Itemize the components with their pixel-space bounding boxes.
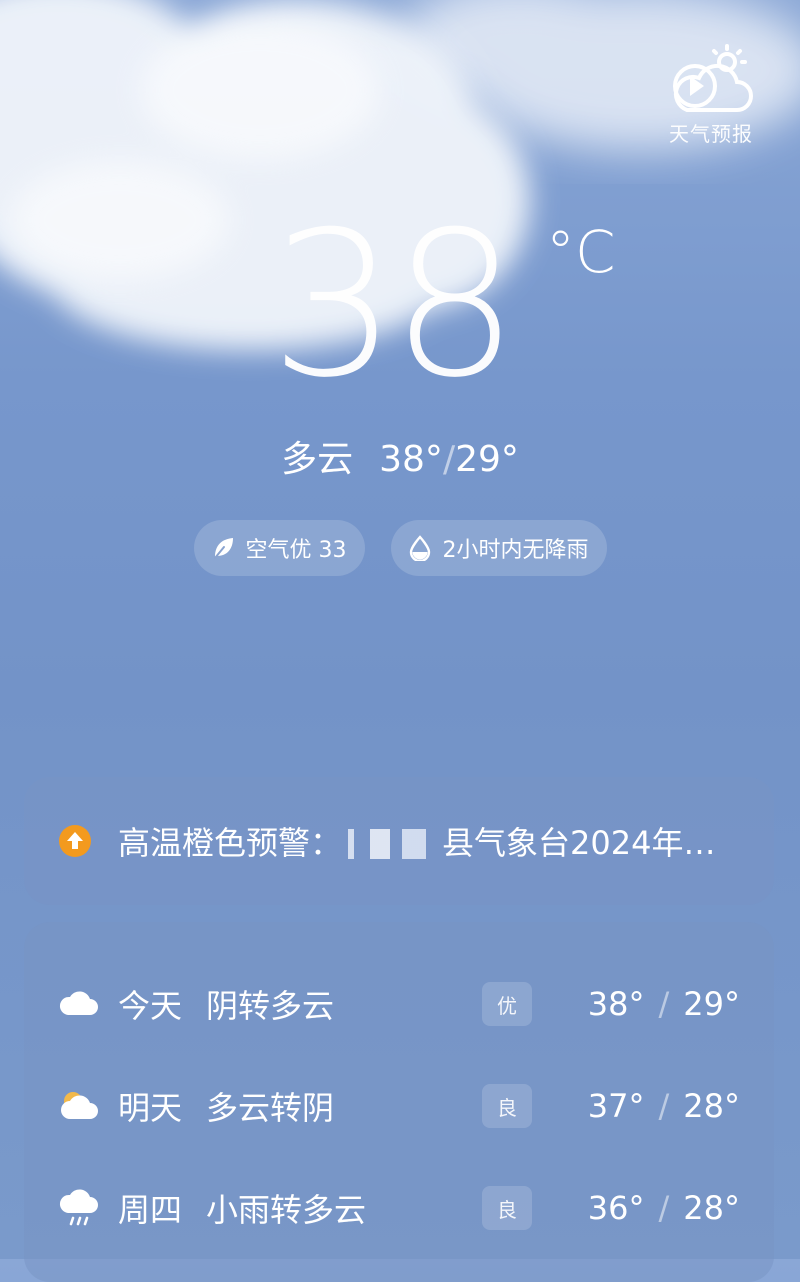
current-condition: 多云 xyxy=(281,439,354,480)
partly-cloudy-icon xyxy=(61,1092,98,1119)
forecast-row-tomorrow[interactable]: 明天 多云转阴 良 37°/28° xyxy=(24,1076,774,1136)
forecast-condition: 阴转多云 xyxy=(206,987,335,1025)
forecast-row-today[interactable]: 今天 阴转多云 优 38°/29° xyxy=(24,974,774,1034)
alert-prefix: 高温橙色预警： xyxy=(118,824,343,862)
forecast-temps: 37°/28° xyxy=(587,1087,740,1125)
forecast-day: 今天 xyxy=(118,987,183,1025)
aqi-badge: 良 xyxy=(482,1186,532,1230)
leaf-icon xyxy=(210,535,236,561)
forecast-high: 37° xyxy=(587,1087,645,1125)
forecast-condition: 多云转阴 xyxy=(206,1089,335,1127)
high-low-separator: / xyxy=(442,439,456,480)
today-low: 29° xyxy=(455,439,519,480)
forecast-high: 38° xyxy=(587,985,645,1023)
raindrop-icon xyxy=(407,535,433,561)
light-rain-icon xyxy=(59,1189,98,1226)
current-temperature-block: 38 °C xyxy=(0,196,800,416)
forecast-high: 36° xyxy=(587,1189,645,1227)
forecast-condition: 小雨转多云 xyxy=(206,1191,367,1229)
weather-forecast-play-icon xyxy=(673,44,753,112)
temperature-unit: °C xyxy=(546,218,616,286)
current-temperature: 38 xyxy=(270,189,518,422)
today-high: 38° xyxy=(379,439,443,480)
forecast-row-thursday[interactable]: 周四 小雨转多云 良 36°/28° xyxy=(24,1178,774,1238)
rain-forecast-label: 2小时内无降雨 xyxy=(442,538,589,563)
weather-alert-card[interactable]: 高温橙色预警： 县气象台2024年… xyxy=(24,777,774,905)
alert-text: 高温橙色预警： 县气象台2024年… xyxy=(118,818,738,864)
aqi-badge: 优 xyxy=(482,982,532,1026)
weather-app-brand[interactable]: 天气预报 xyxy=(656,44,766,147)
alert-suffix: 县气象台2024年… xyxy=(442,824,716,862)
forecast-low: 28° xyxy=(683,1087,740,1125)
condition-line: 多云 38°/29° xyxy=(0,436,800,484)
forecast-temps: 36°/28° xyxy=(587,1189,740,1227)
forecast-temps: 38°/29° xyxy=(587,985,740,1023)
air-quality-label: 空气优 33 xyxy=(245,538,347,563)
daily-forecast-card: 今天 阴转多云 优 38°/29° 明天 多云转阴 良 37°/28° 周四 小… xyxy=(24,922,774,1282)
warning-arrow-icon xyxy=(59,825,91,857)
brand-label: 天气预报 xyxy=(669,122,753,146)
forecast-low: 29° xyxy=(683,985,740,1023)
aqi-badge: 良 xyxy=(482,1084,532,1128)
forecast-day: 周四 xyxy=(118,1191,183,1229)
redacted-region xyxy=(342,829,443,859)
air-quality-chip[interactable]: 空气优 33 xyxy=(193,520,365,576)
info-chips: 空气优 33 2小时内无降雨 xyxy=(0,520,800,576)
cloud-icon xyxy=(59,991,98,1015)
forecast-day: 明天 xyxy=(118,1089,183,1127)
rain-forecast-chip[interactable]: 2小时内无降雨 xyxy=(390,520,607,576)
forecast-low: 28° xyxy=(683,1189,740,1227)
